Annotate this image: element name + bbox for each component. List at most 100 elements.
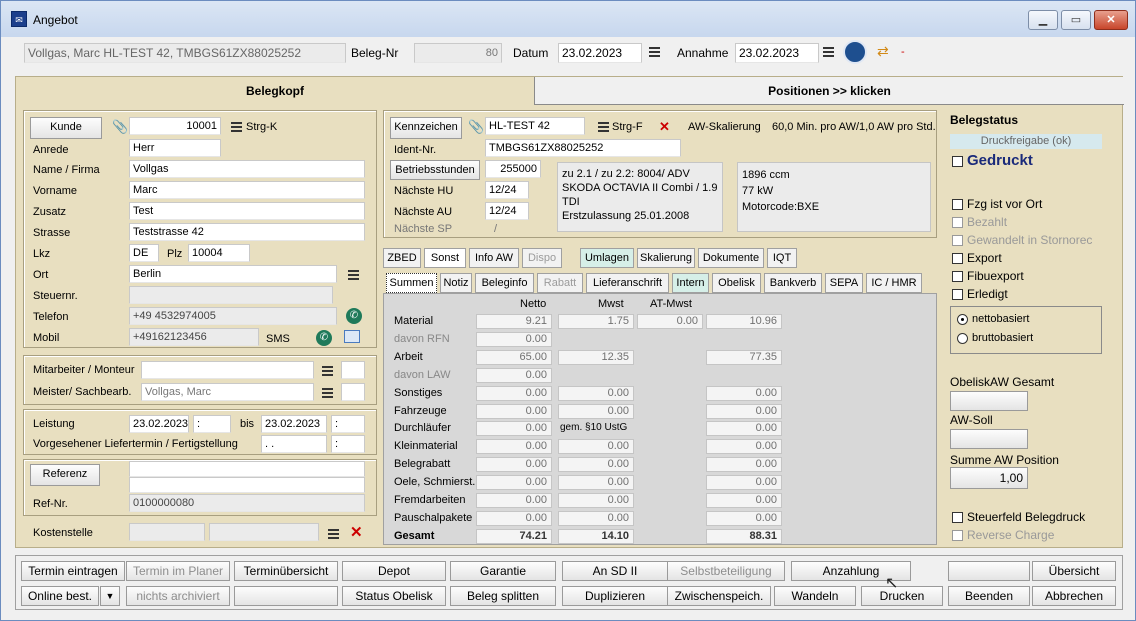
action-button[interactable]: Wandeln: [774, 586, 856, 606]
minimize-button[interactable]: ▁: [1028, 10, 1058, 30]
tab-iqt[interactable]: IQT: [767, 248, 797, 268]
action-button[interactable]: Duplizieren: [562, 586, 668, 606]
referenz-button[interactable]: Referenz: [30, 464, 100, 486]
kostenstelle-menu-icon[interactable]: [328, 529, 339, 539]
action-button[interactable]: Status Obelisk: [342, 586, 446, 606]
zusatz-field[interactable]: Test: [129, 202, 365, 220]
action-button[interactable]: Beenden: [948, 586, 1030, 606]
anrede-field[interactable]: Herr: [129, 139, 221, 157]
kennzeichen-menu-icon[interactable]: [598, 122, 609, 132]
tab-bankverb[interactable]: Bankverb: [764, 273, 822, 293]
leistung-from-time[interactable]: :: [193, 415, 231, 433]
ort-field[interactable]: Berlin: [129, 265, 337, 283]
positionen-tab[interactable]: Positionen >> klicken: [534, 77, 1124, 105]
kostenstelle-name[interactable]: [209, 523, 319, 541]
action-button[interactable]: Garantie: [450, 561, 556, 581]
annahme-field[interactable]: 23.02.2023: [735, 43, 819, 63]
betriebsstunden-field[interactable]: 255000: [485, 160, 541, 178]
mitarbeiter-field[interactable]: [141, 361, 314, 379]
meister-menu-icon[interactable]: [322, 388, 333, 398]
kunde-menu-icon[interactable]: [231, 122, 242, 132]
maximize-button[interactable]: ▭: [1061, 10, 1091, 30]
ident-field[interactable]: TMBGS61ZX88025252: [485, 139, 681, 157]
sp-field[interactable]: /: [494, 223, 497, 235]
liefertermin-date[interactable]: . .: [261, 435, 327, 453]
datum-field[interactable]: 23.02.2023: [558, 43, 642, 63]
betriebsstunden-button[interactable]: Betriebsstunden: [390, 160, 480, 180]
leistung-to-date[interactable]: 23.02.2023: [261, 415, 327, 433]
telefon-field[interactable]: +49 4532974005: [129, 307, 337, 325]
au-field[interactable]: 12/24: [485, 202, 529, 220]
action-button[interactable]: Zwischenspeich.: [667, 586, 771, 606]
hu-field[interactable]: 12/24: [485, 181, 529, 199]
tab-dokumente[interactable]: Dokumente: [698, 248, 764, 268]
tab-sonst[interactable]: Sonst: [424, 248, 466, 268]
tab-umlagen[interactable]: Umlagen: [580, 248, 634, 268]
referenz-line1[interactable]: [129, 461, 365, 477]
action-button[interactable]: [234, 586, 338, 606]
phone-icon[interactable]: ✆: [346, 308, 362, 324]
mitarbeiter-menu-icon[interactable]: [322, 366, 333, 376]
tab-zbed[interactable]: ZBED: [383, 248, 421, 268]
action-button[interactable]: Beleg splitten: [450, 586, 556, 606]
action-button[interactable]: Übersicht: [1032, 561, 1116, 581]
action-button[interactable]: [948, 561, 1030, 581]
refnr-field[interactable]: 0100000080: [129, 494, 365, 512]
kennzeichen-clear-icon[interactable]: ✕: [659, 119, 670, 135]
kennzeichen-button[interactable]: Kennzeichen: [390, 117, 462, 139]
tab-skalierung[interactable]: Skalierung: [637, 248, 695, 268]
tab-intern[interactable]: Intern: [672, 273, 709, 293]
name-field[interactable]: Vollgas: [129, 160, 365, 178]
vehicle-paperclip-icon[interactable]: 📎: [468, 119, 484, 135]
tab-notiz[interactable]: Notiz: [440, 273, 472, 293]
mitarbeiter-code-field[interactable]: [341, 361, 365, 379]
kostenstelle-clear-icon[interactable]: ✕: [350, 525, 363, 540]
leistung-from-date[interactable]: 23.02.2023: [129, 415, 189, 433]
status-checkbox[interactable]: [952, 271, 963, 282]
mobil-field[interactable]: +49162123456: [129, 328, 259, 346]
meister-code-field[interactable]: [341, 383, 365, 401]
strasse-field[interactable]: Teststrasse 42: [129, 223, 365, 241]
status-checkbox[interactable]: [952, 199, 963, 210]
tab-summen[interactable]: Summen: [386, 273, 437, 293]
action-button[interactable]: Abbrechen: [1032, 586, 1116, 606]
paperclip-icon[interactable]: 📎: [112, 119, 128, 135]
chevron-down-icon[interactable]: ▼: [100, 586, 120, 606]
kunde-button[interactable]: Kunde: [30, 117, 102, 139]
action-button[interactable]: Termin eintragen: [21, 561, 125, 581]
sync-arrows-icon[interactable]: ⇄: [877, 43, 889, 60]
car-service-icon[interactable]: [843, 40, 867, 64]
liefertermin-time[interactable]: :: [331, 435, 365, 453]
kennzeichen-field[interactable]: HL-TEST 42: [485, 117, 585, 135]
sms-envelope-icon[interactable]: [344, 330, 360, 343]
status-checkbox[interactable]: [952, 289, 963, 300]
annahme-menu-icon[interactable]: [823, 47, 834, 57]
tab-obelisk[interactable]: Obelisk: [712, 273, 761, 293]
tab-sepa[interactable]: SEPA: [825, 273, 863, 293]
mobile-phone-icon[interactable]: ✆: [316, 330, 332, 346]
plz-field[interactable]: 10004: [188, 244, 250, 262]
action-button[interactable]: Depot: [342, 561, 446, 581]
nettobasiert-radio[interactable]: [957, 314, 968, 325]
sms-label[interactable]: SMS: [266, 333, 290, 345]
kostenstelle-code[interactable]: [129, 523, 205, 541]
ort-menu-icon[interactable]: [348, 270, 359, 280]
status-checkbox[interactable]: [952, 253, 963, 264]
referenz-line2[interactable]: [129, 477, 365, 493]
action-button[interactable]: An SD II: [562, 561, 668, 581]
lkz-field[interactable]: DE: [129, 244, 159, 262]
tab-beleginfo[interactable]: Beleginfo: [475, 273, 534, 293]
action-button[interactable]: Online best.: [21, 586, 99, 606]
kunde-nr-field[interactable]: 10001: [129, 117, 221, 135]
steuernr-field[interactable]: [129, 286, 333, 304]
steuerfeld-checkbox[interactable]: [952, 512, 963, 523]
gedruckt-checkbox[interactable]: [952, 156, 963, 167]
tab-info-aw[interactable]: Info AW: [469, 248, 519, 268]
close-button[interactable]: ✕: [1094, 10, 1128, 30]
vorname-field[interactable]: Marc: [129, 181, 365, 199]
action-button[interactable]: Drucken: [861, 586, 943, 606]
bruttobasiert-radio[interactable]: [957, 333, 968, 344]
leistung-to-time[interactable]: :: [331, 415, 365, 433]
tab-lieferanschrift[interactable]: Lieferanschrift: [586, 273, 669, 293]
tab-ic-hmr[interactable]: IC / HMR: [866, 273, 922, 293]
